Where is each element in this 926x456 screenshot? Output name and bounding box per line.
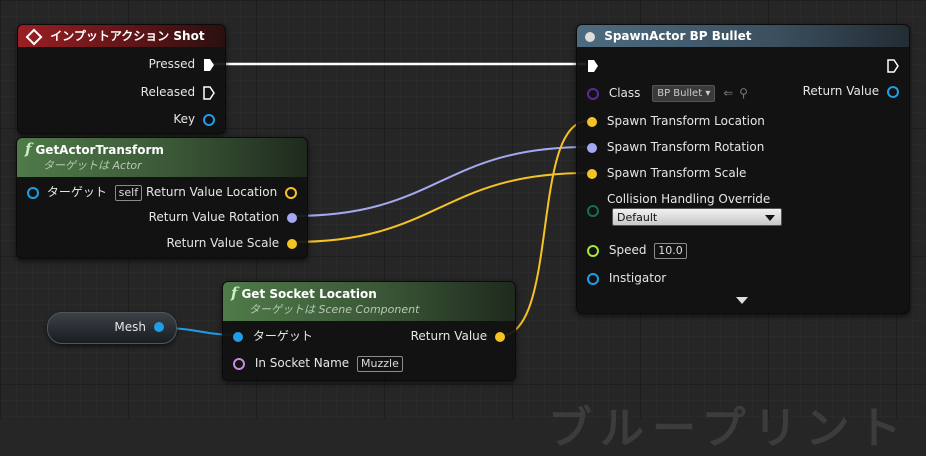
collision-dropdown[interactable]: Default xyxy=(612,208,782,226)
rotator-pin-filled-icon[interactable] xyxy=(587,142,597,153)
actor-target-pin-row[interactable]: ターゲット self xyxy=(27,183,143,201)
spawn-scale-label: Spawn Transform Scale xyxy=(606,166,747,180)
spawn-return-pin-row[interactable]: Return Value xyxy=(803,82,899,100)
get-socket-location-subtitle: ターゲットは Scene Component xyxy=(249,303,420,316)
class-label: Class xyxy=(608,86,641,100)
expand-advanced-arrow-icon[interactable] xyxy=(736,297,748,304)
float-pin-icon[interactable] xyxy=(587,244,599,257)
get-socket-location-node[interactable]: f Get Socket Location ターゲットは Scene Compon… xyxy=(222,281,516,381)
socket-return-label: Return Value xyxy=(410,329,488,343)
object-pin-icon[interactable] xyxy=(887,85,899,98)
return-location-pin-row[interactable]: Return Value Location xyxy=(146,183,297,201)
object-pin-icon[interactable] xyxy=(27,186,39,199)
vector-pin-icon[interactable] xyxy=(285,186,297,199)
speed-label: Speed xyxy=(608,243,647,257)
get-actor-transform-node[interactable]: f GetActorTransform ターゲットは Actor ターゲット se… xyxy=(16,137,308,259)
spawn-location-pin-row[interactable]: Spawn Transform Location xyxy=(587,112,765,130)
socket-return-pin-row[interactable]: Return Value xyxy=(411,327,505,345)
get-socket-location-title: Get Socket Location xyxy=(241,287,377,301)
input-action-title: インプットアクション Shot xyxy=(50,29,205,43)
released-label: Released xyxy=(140,85,196,99)
vector-pin-filled-icon[interactable] xyxy=(287,238,297,249)
class-dropdown-value: BP Bullet xyxy=(657,88,703,99)
input-action-node[interactable]: インプットアクション Shot Pressed Released Key xyxy=(17,24,226,134)
input-action-header[interactable]: インプットアクション Shot xyxy=(18,25,225,47)
class-dropdown[interactable]: BP Bullet ▾ xyxy=(652,85,716,102)
spawn-rotation-pin-row[interactable]: Spawn Transform Rotation xyxy=(587,138,764,156)
vector-pin-filled-icon[interactable] xyxy=(587,168,597,179)
vector-pin-filled-icon[interactable] xyxy=(495,331,505,342)
spawn-exec-in-row[interactable] xyxy=(587,56,599,74)
mesh-variable-node[interactable]: Mesh xyxy=(47,312,177,344)
get-actor-transform-title: GetActorTransform xyxy=(35,143,164,157)
exec-pin-filled-icon[interactable] xyxy=(587,59,599,73)
pressed-label: Pressed xyxy=(148,57,196,71)
dropdown-arrow-icon xyxy=(765,215,775,221)
collision-label: Collision Handling Override xyxy=(607,192,771,206)
return-location-label: Return Value Location xyxy=(146,185,278,199)
return-scale-pin-row[interactable]: Return Value Scale xyxy=(166,234,297,252)
name-pin-icon[interactable] xyxy=(233,357,245,370)
class-pin-icon[interactable] xyxy=(587,87,599,100)
socket-target-label: ターゲット xyxy=(252,329,313,343)
chevron-down-icon: ▾ xyxy=(705,88,711,99)
pressed-pin-row[interactable]: Pressed xyxy=(149,55,215,73)
key-label: Key xyxy=(173,112,196,126)
blueprint-watermark: ブループリント xyxy=(548,403,910,454)
function-icon: f xyxy=(25,140,32,158)
speed-pin-row[interactable]: Speed 10.0 xyxy=(587,241,687,259)
enum-pin-icon[interactable] xyxy=(587,205,599,217)
function-icon: f xyxy=(231,284,238,302)
event-diamond-icon xyxy=(25,28,43,45)
return-rotation-pin-row[interactable]: Return Value Rotation xyxy=(149,208,297,226)
return-scale-label: Return Value Scale xyxy=(166,236,280,250)
actor-target-self-value[interactable]: self xyxy=(114,184,143,201)
spawn-actor-node[interactable]: SpawnActor BP Bullet Class BP Bullet ▾ ⇐… xyxy=(576,24,910,314)
released-pin-row[interactable]: Released xyxy=(141,83,215,101)
get-socket-location-header[interactable]: f Get Socket Location ターゲットは Scene Compon… xyxy=(223,282,515,321)
collision-label-row: Collision Handling Override xyxy=(607,190,770,208)
spawn-actor-icon xyxy=(585,31,595,42)
instigator-label: Instigator xyxy=(608,271,667,285)
spawn-location-label: Spawn Transform Location xyxy=(606,114,765,128)
get-actor-transform-header[interactable]: f GetActorTransform ターゲットは Actor xyxy=(17,138,307,177)
get-actor-transform-subtitle: ターゲットは Actor xyxy=(43,159,142,172)
object-pin-filled-icon[interactable] xyxy=(233,331,243,342)
speed-input[interactable]: 10.0 xyxy=(654,242,687,259)
vector-pin-filled-icon[interactable] xyxy=(587,116,597,127)
socket-target-pin-row[interactable]: ターゲット xyxy=(233,327,313,345)
spawn-rotation-label: Spawn Transform Rotation xyxy=(606,140,765,154)
instigator-pin-row[interactable]: Instigator xyxy=(587,269,666,287)
spawn-scale-pin-row[interactable]: Spawn Transform Scale xyxy=(587,164,746,182)
spawn-actor-title: SpawnActor BP Bullet xyxy=(604,29,752,43)
exec-pin-empty-icon[interactable] xyxy=(203,85,215,100)
spawn-return-label: Return Value xyxy=(802,84,880,98)
rotator-pin-icon[interactable] xyxy=(287,212,297,223)
spawn-actor-header[interactable]: SpawnActor BP Bullet xyxy=(577,25,909,47)
actor-target-label: ターゲット xyxy=(46,185,107,199)
mesh-object-pin-icon[interactable] xyxy=(154,322,164,332)
socket-name-pin-row[interactable]: In Socket Name Muzzle xyxy=(233,354,403,372)
object-pin-icon[interactable] xyxy=(587,272,599,285)
exec-pin-filled-icon[interactable] xyxy=(203,58,215,72)
spawn-exec-out-row[interactable] xyxy=(887,56,899,74)
return-rotation-label: Return Value Rotation xyxy=(148,210,280,224)
browse-search-icon[interactable]: ⚲ xyxy=(739,86,748,100)
exec-pin-empty-icon[interactable] xyxy=(887,58,899,73)
socket-name-input[interactable]: Muzzle xyxy=(357,355,403,372)
mesh-label: Mesh xyxy=(114,320,146,334)
key-pin-row[interactable]: Key xyxy=(173,110,215,128)
class-pin-row[interactable]: Class BP Bullet ▾ ⇐ ⚲ xyxy=(587,84,748,102)
collision-dropdown-value: Default xyxy=(617,211,658,224)
use-selected-arrow-icon[interactable]: ⇐ xyxy=(723,86,733,100)
struct-pin-icon[interactable] xyxy=(203,113,215,126)
socket-name-label: In Socket Name xyxy=(254,356,350,370)
